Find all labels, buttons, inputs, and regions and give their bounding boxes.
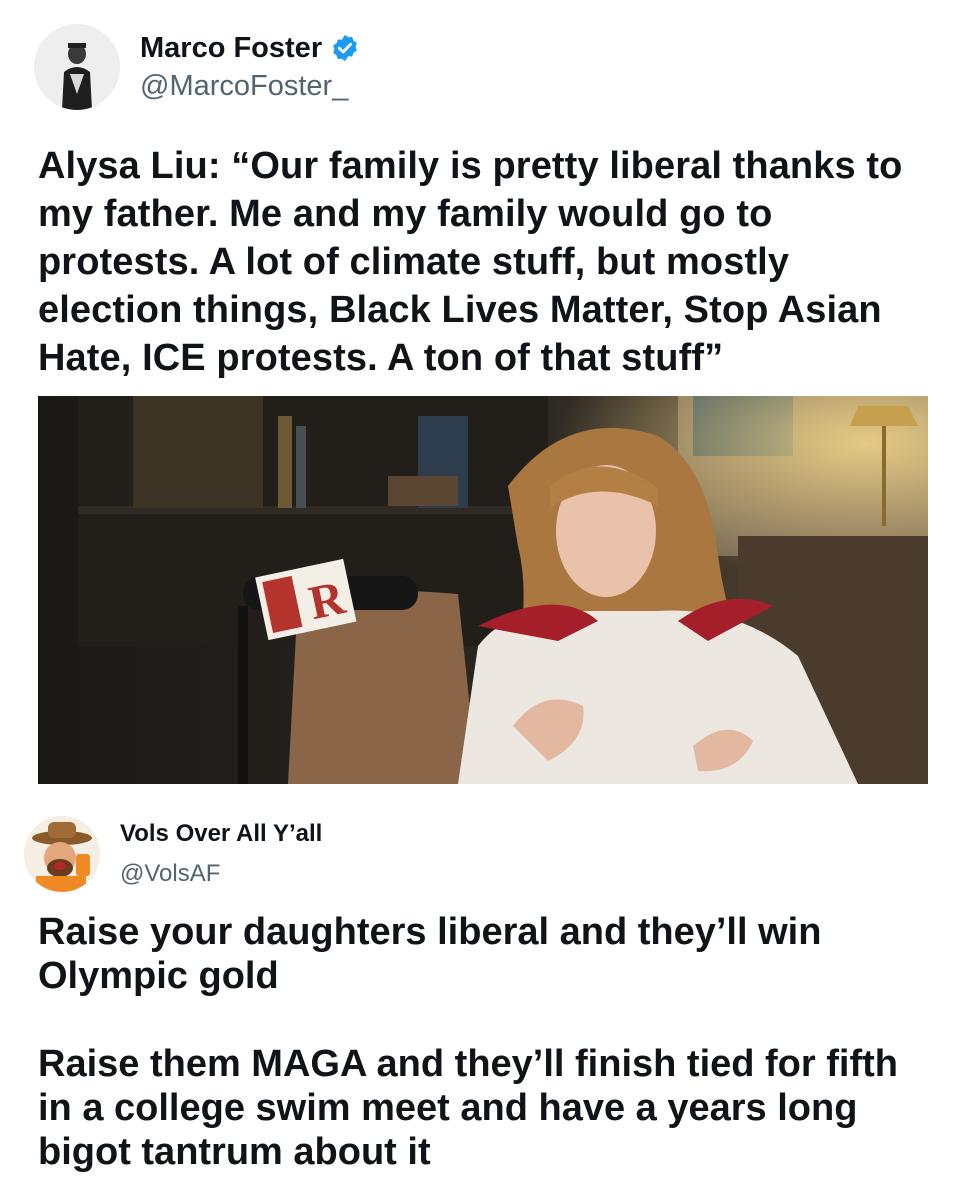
verified-badge-icon (330, 33, 360, 63)
user-handle[interactable]: @MarcoFoster_ (140, 69, 360, 103)
tweet2-header: Vols Over All Y’all @VolsAF (24, 816, 322, 892)
avatar-portrait-icon (34, 24, 120, 110)
display-name[interactable]: Marco Foster (140, 31, 322, 65)
tweet-paragraph: Raise them MAGA and they’ll finish tied … (38, 1043, 898, 1173)
avatar[interactable] (34, 24, 120, 110)
user-handle[interactable]: @VolsAF (120, 859, 322, 889)
cowboy-cartoon-avatar-icon (24, 816, 100, 892)
tweet1-header: Marco Foster @MarcoFoster_ (34, 22, 360, 112)
avatar[interactable] (24, 816, 100, 892)
tweet-media-image[interactable]: R (38, 396, 928, 784)
tweet-paragraph: Raise your daughters liberal and they’ll… (38, 911, 822, 997)
display-name[interactable]: Vols Over All Y’all (120, 819, 322, 849)
interview-photo: R (38, 396, 928, 784)
tweet-text: Raise your daughters liberal and they’ll… (38, 910, 938, 1174)
tweet-text: Alysa Liu: “Our family is pretty liberal… (38, 145, 903, 379)
